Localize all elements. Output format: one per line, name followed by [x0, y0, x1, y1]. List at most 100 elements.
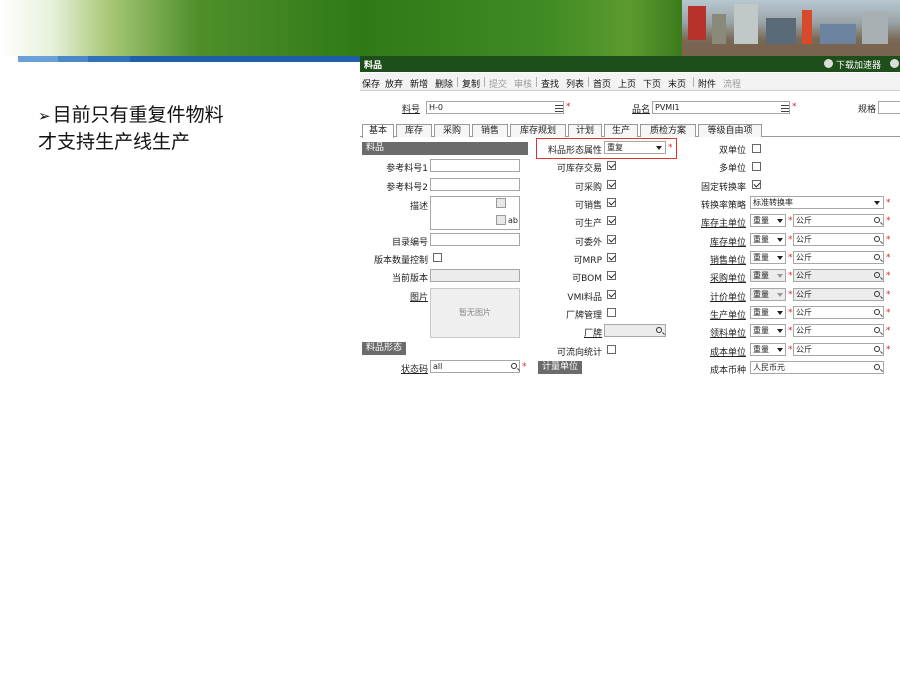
production-unit-label[interactable]: 生产单位: [682, 308, 746, 321]
new-button[interactable]: 新增: [410, 77, 428, 90]
chevron-down-icon[interactable]: [874, 201, 880, 205]
stock-main-unit-label[interactable]: 库存主单位: [682, 216, 746, 229]
purchase-unit-input[interactable]: 公斤: [793, 269, 884, 282]
first-page-button[interactable]: 首页: [593, 77, 611, 90]
tab-sales[interactable]: 销售: [472, 124, 508, 137]
prev-page-button[interactable]: 上页: [618, 77, 636, 90]
item-no-input[interactable]: H-0: [426, 101, 564, 114]
brand-label[interactable]: 厂牌: [542, 326, 602, 339]
stock-unit-input[interactable]: 公斤: [793, 233, 884, 246]
scroll-up-button[interactable]: [496, 198, 506, 208]
status-code-input[interactable]: all: [430, 360, 520, 373]
ref-no-1-input[interactable]: [430, 159, 520, 172]
outsource-checkbox[interactable]: [607, 235, 616, 244]
chevron-down-icon[interactable]: [777, 274, 783, 278]
vmi-checkbox[interactable]: [607, 290, 616, 299]
next-page-button[interactable]: 下页: [643, 77, 661, 90]
cost-unit-input[interactable]: 公斤: [793, 343, 884, 356]
multilang-ab-icon[interactable]: ab: [508, 216, 518, 225]
catalog-no-input[interactable]: [430, 233, 520, 246]
brand-mgmt-checkbox[interactable]: [607, 308, 616, 317]
mrp-checkbox[interactable]: [607, 253, 616, 262]
stock-unit-label[interactable]: 库存单位: [682, 235, 746, 248]
image-placeholder[interactable]: 暂无图片: [430, 288, 520, 338]
approve-button[interactable]: 审核: [514, 77, 532, 90]
list-button[interactable]: 列表: [566, 77, 584, 90]
search-icon[interactable]: [656, 327, 662, 333]
purchase-unit-label[interactable]: 采购单位: [682, 271, 746, 284]
flow-stat-checkbox[interactable]: [607, 345, 616, 354]
last-page-button[interactable]: 末页: [668, 77, 686, 90]
sales-unit-input[interactable]: 公斤: [793, 251, 884, 264]
current-version-input[interactable]: [430, 269, 520, 282]
tab-inventory-planning[interactable]: 库存规划: [510, 124, 566, 137]
save-button[interactable]: 保存: [362, 77, 380, 90]
dual-unit-checkbox[interactable]: [752, 144, 761, 153]
delete-button[interactable]: 删除: [435, 77, 453, 90]
producible-checkbox[interactable]: [607, 216, 616, 225]
description-textarea[interactable]: [430, 196, 520, 230]
ref-no-2-input[interactable]: [430, 178, 520, 191]
material-issue-unit-input[interactable]: 公斤: [793, 324, 884, 337]
search-icon[interactable]: [874, 291, 880, 297]
image-label[interactable]: 图片: [386, 290, 428, 303]
tab-grade-free-items[interactable]: 等级自由项: [698, 124, 762, 137]
workflow-button[interactable]: 流程: [723, 77, 741, 90]
cost-currency-input[interactable]: 人民币元: [750, 361, 884, 374]
search-icon[interactable]: [874, 364, 880, 370]
chevron-down-icon[interactable]: [777, 293, 783, 297]
search-icon[interactable]: [511, 363, 517, 369]
attachment-button[interactable]: 附件: [698, 77, 716, 90]
sales-unit-label[interactable]: 销售单位: [682, 253, 746, 266]
purchasable-checkbox[interactable]: [607, 180, 616, 189]
cost-currency-label[interactable]: 成本币种: [682, 363, 746, 374]
search-icon[interactable]: [874, 272, 880, 278]
scroll-down-button[interactable]: [496, 215, 506, 225]
production-unit-input[interactable]: 公斤: [793, 306, 884, 319]
submit-button[interactable]: 提交: [489, 77, 507, 90]
list-icon[interactable]: [555, 105, 563, 112]
discard-button[interactable]: 放弃: [385, 77, 403, 90]
chevron-down-icon[interactable]: [777, 348, 783, 352]
chevron-down-icon[interactable]: [777, 329, 783, 333]
search-icon[interactable]: [874, 346, 880, 352]
tab-qc-plan[interactable]: 质检方案: [640, 124, 696, 137]
list-icon[interactable]: [781, 105, 789, 112]
bom-checkbox[interactable]: [607, 271, 616, 280]
spec-input[interactable]: [878, 101, 900, 114]
search-icon[interactable]: [874, 217, 880, 223]
tab-purchase[interactable]: 采购: [434, 124, 470, 137]
search-icon[interactable]: [874, 236, 880, 242]
search-icon[interactable]: [874, 327, 880, 333]
chevron-down-icon[interactable]: [777, 256, 783, 260]
pricing-unit-input[interactable]: 公斤: [793, 288, 884, 301]
tab-basic[interactable]: 基本: [362, 124, 394, 138]
toolbar-separator: [536, 77, 537, 87]
find-button[interactable]: 查找: [541, 77, 559, 90]
info-icon[interactable]: [890, 59, 899, 68]
chevron-down-icon[interactable]: [777, 219, 783, 223]
item-name-input[interactable]: PVMI1: [652, 101, 790, 114]
salable-checkbox[interactable]: [607, 198, 616, 207]
tab-plan[interactable]: 计划: [568, 124, 602, 137]
stock-main-unit-input[interactable]: 公斤: [793, 214, 884, 227]
pricing-unit-label[interactable]: 计价单位: [682, 290, 746, 303]
search-icon[interactable]: [874, 309, 880, 315]
chevron-down-icon[interactable]: [777, 238, 783, 242]
rate-policy-select[interactable]: 标准转换率: [750, 196, 884, 209]
chevron-down-icon[interactable]: [777, 311, 783, 315]
tab-inventory[interactable]: 库存: [396, 124, 432, 137]
download-accelerator-link[interactable]: 下载加速器: [836, 58, 881, 71]
material-issue-unit-label[interactable]: 领料单位: [682, 326, 746, 339]
status-code-label[interactable]: 状态码: [386, 362, 428, 374]
version-qty-control-checkbox[interactable]: [433, 253, 442, 262]
tab-production[interactable]: 生产: [604, 124, 638, 137]
fixed-rate-checkbox[interactable]: [752, 180, 761, 189]
multi-unit-checkbox[interactable]: [752, 162, 761, 171]
download-icon[interactable]: [824, 59, 833, 68]
copy-button[interactable]: 复制: [462, 77, 480, 90]
chevron-down-icon[interactable]: [656, 146, 662, 150]
cost-unit-label[interactable]: 成本单位: [682, 345, 746, 358]
stock-trade-checkbox[interactable]: [607, 161, 616, 170]
search-icon[interactable]: [874, 254, 880, 260]
